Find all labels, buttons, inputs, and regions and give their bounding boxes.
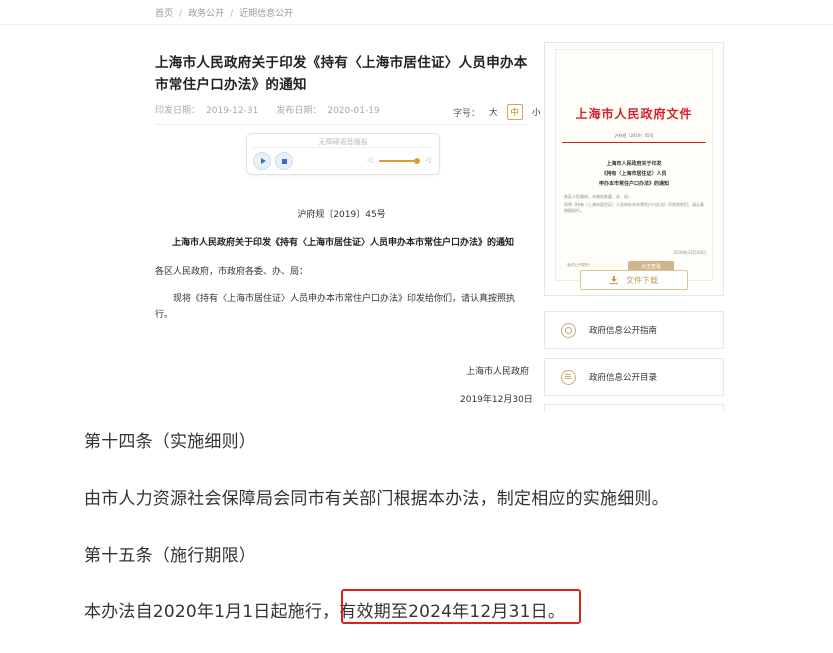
document-cover-preview[interactable]: 上海市人民政府文件 沪府规〔2019〕45号 上海市人民政府关于印发 《持有〈上… — [555, 49, 713, 281]
cover-body: 现将《持有〈上海市居住证〉人员申办本市常住户口办法》印发给你们，请认真按照执行。 — [564, 202, 704, 213]
volume-slider[interactable] — [379, 158, 420, 164]
cover-number: 沪府规〔2019〕45号 — [614, 133, 654, 138]
file-download-button[interactable]: 文件下载 — [580, 270, 688, 290]
play-icon — [260, 158, 266, 164]
article-14-title: 第十四条（实施细则） — [84, 432, 256, 452]
sidebar-item-info-catalog[interactable]: 政府信息公开目录 — [544, 358, 724, 396]
page-title: 上海市人民政府关于印发《持有〈上海市居住证〉人员申办本市常住户口办法》的通知 — [155, 55, 528, 93]
highlight-box — [341, 589, 581, 624]
font-size-medium-button[interactable]: 中 — [506, 104, 524, 120]
cover-title-line: 《持有〈上海市居住证〉人员 — [601, 171, 667, 177]
breadcrumb-separator: / — [179, 9, 183, 19]
cover-title-line: 上海市人民政府关于印发 — [606, 161, 662, 167]
file-download-label: 文件下载 — [626, 275, 658, 285]
title-divider — [155, 124, 528, 125]
sidebar-item-info-guide[interactable]: 政府信息公开指南 — [544, 311, 724, 349]
volume-slider-handle[interactable] — [414, 158, 420, 164]
volume-slider-fill — [379, 160, 417, 162]
cover-recipients: 各区人民政府，市政府各委、办、局： — [564, 194, 632, 199]
volume-high-icon: ◁ — [425, 156, 431, 164]
article-15-title: 第十五条（施行期限） — [84, 546, 256, 566]
publish-date: 2020-01-19 — [327, 106, 380, 116]
document-date: 2019年12月30日 — [460, 395, 533, 405]
breadcrumb-recent-info[interactable]: 近期信息公开 — [239, 9, 293, 19]
sidebar-item-truncated — [544, 404, 724, 411]
font-size-small-button[interactable]: 小 — [532, 106, 541, 118]
catalog-icon — [561, 369, 576, 385]
breadcrumb-home[interactable]: 首页 — [155, 9, 173, 19]
cover-date: 2019年12月30日 — [673, 250, 706, 255]
document-paragraph: 现将《持有〈上海市居住证〉人员申办本市常住户口办法》印发给你们，请认真按照执行。 — [155, 294, 516, 320]
breadcrumb-separator: / — [230, 9, 234, 19]
player-divider — [253, 147, 433, 148]
cover-header: 上海市人民政府文件 — [575, 107, 693, 121]
cover-red-rule — [562, 142, 706, 143]
font-size-label: 字号： — [453, 108, 481, 119]
audio-player: 无障碍语音播报 ◁ ◁ — [246, 133, 440, 175]
document-number: 沪府规〔2019〕45号 — [297, 210, 386, 220]
article-meta: 印发日期： 2019-12-31 发布日期： 2020-01-19 — [155, 103, 386, 116]
print-date: 2019-12-31 — [206, 106, 259, 116]
document-signature: 上海市人民政府 — [466, 367, 530, 377]
publish-date-label: 发布日期： — [276, 106, 322, 116]
font-size-switcher: 字号： 大 中 小 — [453, 104, 541, 120]
header-divider — [0, 24, 833, 25]
cover-title-line: 申办本市常住户口办法》的通知 — [598, 181, 669, 187]
player-label: 无障碍语音播报 — [318, 138, 368, 146]
guide-icon — [561, 322, 576, 338]
article-14-body: 由市人力资源社会保障局会同市有关部门根据本办法，制定相应的实施细则。 — [84, 489, 669, 509]
font-size-large-button[interactable]: 大 — [489, 106, 498, 118]
cover-note: （此件公开发布） — [564, 263, 592, 267]
article-15-body-start: 本办法自2020年1月1日起施行， — [84, 602, 340, 622]
volume-low-icon: ◁ — [367, 156, 373, 164]
document-cover-card: 上海市人民政府文件 沪府规〔2019〕45号 上海市人民政府关于印发 《持有〈上… — [544, 42, 724, 296]
stop-icon — [281, 158, 287, 164]
play-button[interactable] — [253, 152, 271, 170]
print-date-label: 印发日期： — [155, 106, 201, 116]
document-subtitle: 上海市人民政府关于印发《持有〈上海市居住证〉人员申办本市常住户口办法》的通知 — [172, 238, 515, 248]
stop-button[interactable] — [275, 152, 293, 170]
download-icon — [610, 276, 618, 284]
document-recipients: 各区人民政府，市政府各委、办、局： — [155, 267, 309, 277]
sidebar-item-label: 政府信息公开目录 — [589, 373, 658, 383]
sidebar-item-label: 政府信息公开指南 — [589, 326, 658, 336]
breadcrumb-gov-affairs[interactable]: 政务公开 — [188, 9, 224, 19]
breadcrumb: 首页 / 政务公开 / 近期信息公开 — [155, 6, 293, 19]
